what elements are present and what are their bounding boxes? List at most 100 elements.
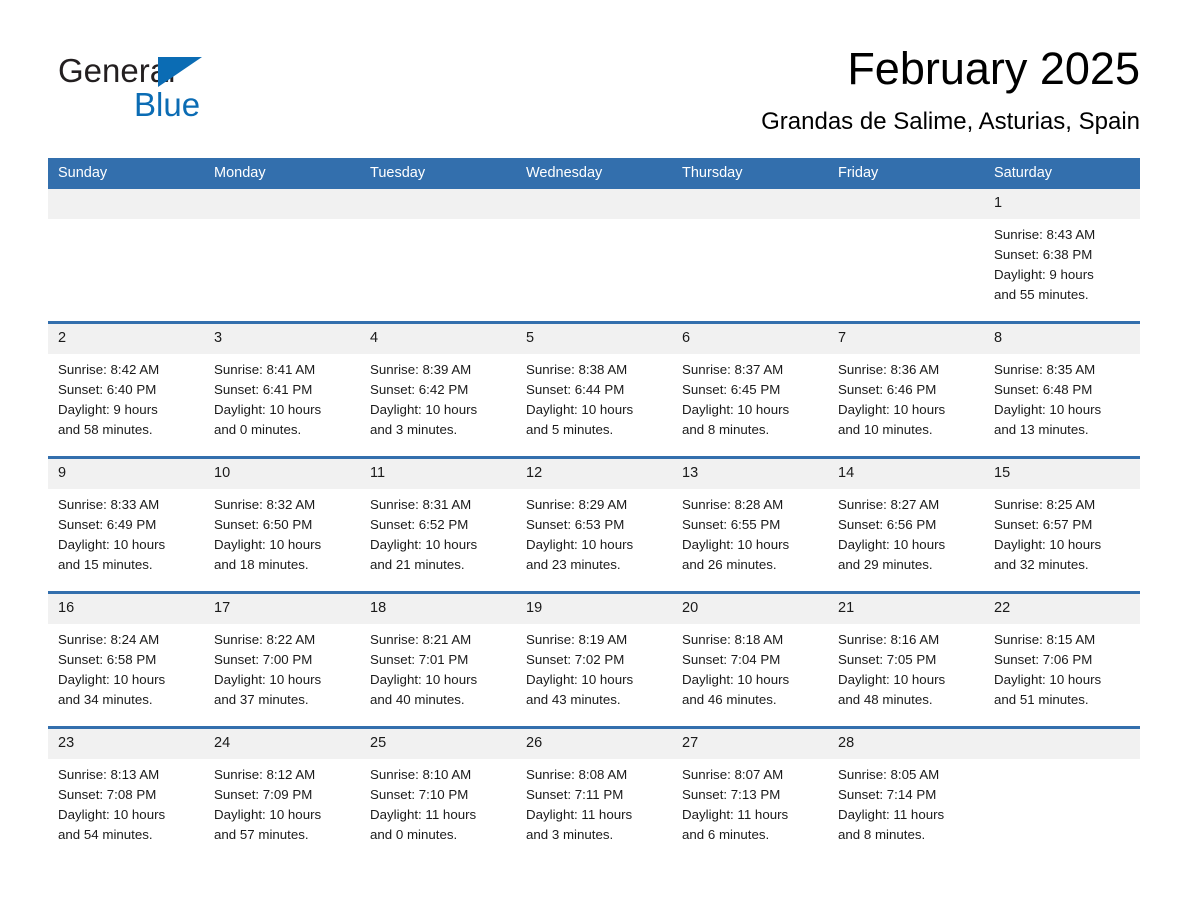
calendar-day-cell[interactable]: 28 Sunrise: 8:05 AM Sunset: 7:14 PM Dayligh… <box>828 726 984 861</box>
sunrise-text: Sunrise: 8:43 AM <box>994 227 1096 242</box>
sunset-text: Sunset: 6:44 PM <box>526 382 625 397</box>
day-number <box>48 189 204 219</box>
calendar-day-cell[interactable]: 1 Sunrise: 8:43 AM Sunset: 6:38 PM Daylight… <box>984 189 1140 323</box>
sunset-text: Sunset: 7:00 PM <box>214 652 313 667</box>
calendar-day-cell[interactable]: 23 Sunrise: 8:13 AM Sunset: 7:08 PM Dayligh… <box>48 726 204 861</box>
calendar-page: General Blue February 2025 Grandas de Sa… <box>0 0 1188 918</box>
calendar-day-cell[interactable]: 5 Sunrise: 8:38 AM Sunset: 6:44 PM Daylight… <box>516 321 672 458</box>
calendar-day-cell[interactable]: 16 Sunrise: 8:24 AM Sunset: 6:58 PM Dayligh… <box>48 591 204 728</box>
title-block: February 2025 Grandas de Salime, Asturia… <box>440 40 1140 138</box>
day-details: Sunrise: 8:38 AM Sunset: 6:44 PM Daylight:… <box>516 354 672 440</box>
calendar-day-cell[interactable]: 24 Sunrise: 8:12 AM Sunset: 7:09 PM Dayligh… <box>204 726 360 861</box>
daylight-text: and 48 minutes. <box>838 692 933 707</box>
day-number: 3 <box>204 324 360 354</box>
day-details: Sunrise: 8:24 AM Sunset: 6:58 PM Daylight:… <box>48 624 204 710</box>
sunrise-text: Sunrise: 8:28 AM <box>682 497 784 512</box>
daylight-text: Daylight: 10 hours <box>58 537 166 552</box>
calendar-week-row: 23 Sunrise: 8:13 AM Sunset: 7:08 PM Dayligh… <box>48 726 1140 861</box>
calendar-day-cell[interactable]: 10 Sunrise: 8:32 AM Sunset: 6:50 PM Dayligh… <box>204 456 360 593</box>
day-number <box>984 729 1140 759</box>
daylight-text: and 23 minutes. <box>526 557 621 572</box>
daylight-text: Daylight: 10 hours <box>682 537 790 552</box>
day-details: Sunrise: 8:07 AM Sunset: 7:13 PM Daylight:… <box>672 759 828 845</box>
calendar-day-cell[interactable]: 17 Sunrise: 8:22 AM Sunset: 7:00 PM Dayligh… <box>204 591 360 728</box>
daylight-text: and 0 minutes. <box>214 422 302 437</box>
sunrise-text: Sunrise: 8:22 AM <box>214 632 316 647</box>
day-number: 26 <box>516 729 672 759</box>
day-number: 12 <box>516 459 672 489</box>
weekday-header-tuesday: Tuesday <box>360 158 516 189</box>
calendar-day-cell[interactable]: 4 Sunrise: 8:39 AM Sunset: 6:42 PM Daylight… <box>360 321 516 458</box>
calendar-cell-empty <box>360 189 516 323</box>
general-blue-logo[interactable]: General Blue <box>58 52 318 132</box>
sunset-text: Sunset: 6:57 PM <box>994 517 1093 532</box>
calendar-day-cell[interactable]: 8 Sunrise: 8:35 AM Sunset: 6:48 PM Daylight… <box>984 321 1140 458</box>
day-number: 9 <box>48 459 204 489</box>
daylight-text: Daylight: 10 hours <box>214 537 322 552</box>
calendar-day-cell[interactable]: 11 Sunrise: 8:31 AM Sunset: 6:52 PM Dayligh… <box>360 456 516 593</box>
sunrise-text: Sunrise: 8:37 AM <box>682 362 784 377</box>
day-details: Sunrise: 8:33 AM Sunset: 6:49 PM Daylight:… <box>48 489 204 575</box>
sunrise-text: Sunrise: 8:05 AM <box>838 767 940 782</box>
calendar-day-cell[interactable]: 14 Sunrise: 8:27 AM Sunset: 6:56 PM Dayligh… <box>828 456 984 593</box>
calendar-day-cell[interactable]: 22 Sunrise: 8:15 AM Sunset: 7:06 PM Dayligh… <box>984 591 1140 728</box>
calendar-day-cell[interactable]: 15 Sunrise: 8:25 AM Sunset: 6:57 PM Dayligh… <box>984 456 1140 593</box>
daylight-text: and 3 minutes. <box>526 827 614 842</box>
daylight-text: Daylight: 10 hours <box>994 537 1102 552</box>
day-details: Sunrise: 8:22 AM Sunset: 7:00 PM Daylight:… <box>204 624 360 710</box>
sunrise-text: Sunrise: 8:08 AM <box>526 767 628 782</box>
calendar-day-cell[interactable]: 2 Sunrise: 8:42 AM Sunset: 6:40 PM Daylight… <box>48 321 204 458</box>
logo-text-blue: Blue <box>134 86 201 123</box>
daylight-text: and 6 minutes. <box>682 827 770 842</box>
sunrise-text: Sunrise: 8:31 AM <box>370 497 472 512</box>
calendar-day-cell[interactable]: 27 Sunrise: 8:07 AM Sunset: 7:13 PM Dayligh… <box>672 726 828 861</box>
day-details: Sunrise: 8:27 AM Sunset: 6:56 PM Daylight:… <box>828 489 984 575</box>
page-subtitle-location: Grandas de Salime, Asturias, Spain <box>761 108 1140 135</box>
calendar-day-cell[interactable]: 26 Sunrise: 8:08 AM Sunset: 7:11 PM Dayligh… <box>516 726 672 861</box>
daylight-text: and 40 minutes. <box>370 692 465 707</box>
day-number: 5 <box>516 324 672 354</box>
daylight-text: Daylight: 10 hours <box>838 672 946 687</box>
sunrise-text: Sunrise: 8:42 AM <box>58 362 160 377</box>
day-details: Sunrise: 8:28 AM Sunset: 6:55 PM Daylight:… <box>672 489 828 575</box>
day-number: 1 <box>984 189 1140 219</box>
calendar-day-cell[interactable]: 19 Sunrise: 8:19 AM Sunset: 7:02 PM Dayligh… <box>516 591 672 728</box>
calendar-cell-empty <box>672 189 828 323</box>
calendar-header-row: Sunday Monday Tuesday Wednesday Thursday… <box>48 158 1140 189</box>
calendar-day-cell[interactable]: 7 Sunrise: 8:36 AM Sunset: 6:46 PM Daylight… <box>828 321 984 458</box>
day-number: 15 <box>984 459 1140 489</box>
calendar-day-cell[interactable]: 25 Sunrise: 8:10 AM Sunset: 7:10 PM Dayligh… <box>360 726 516 861</box>
daylight-text: and 55 minutes. <box>994 287 1089 302</box>
day-number: 18 <box>360 594 516 624</box>
daylight-text: and 37 minutes. <box>214 692 309 707</box>
calendar-day-cell[interactable]: 13 Sunrise: 8:28 AM Sunset: 6:55 PM Dayligh… <box>672 456 828 593</box>
calendar-day-cell[interactable]: 18 Sunrise: 8:21 AM Sunset: 7:01 PM Dayligh… <box>360 591 516 728</box>
sunrise-text: Sunrise: 8:13 AM <box>58 767 160 782</box>
calendar-day-cell[interactable]: 3 Sunrise: 8:41 AM Sunset: 6:41 PM Daylight… <box>204 321 360 458</box>
calendar-day-cell[interactable]: 20 Sunrise: 8:18 AM Sunset: 7:04 PM Dayligh… <box>672 591 828 728</box>
calendar-day-cell[interactable]: 6 Sunrise: 8:37 AM Sunset: 6:45 PM Daylight… <box>672 321 828 458</box>
calendar-day-cell[interactable]: 21 Sunrise: 8:16 AM Sunset: 7:05 PM Dayligh… <box>828 591 984 728</box>
daylight-text: and 58 minutes. <box>58 422 153 437</box>
sunrise-text: Sunrise: 8:32 AM <box>214 497 316 512</box>
day-number <box>516 189 672 219</box>
day-number <box>672 189 828 219</box>
sunrise-text: Sunrise: 8:24 AM <box>58 632 160 647</box>
calendar-day-cell[interactable]: 9 Sunrise: 8:33 AM Sunset: 6:49 PM Daylight… <box>48 456 204 593</box>
calendar-cell-empty <box>204 189 360 323</box>
sunset-text: Sunset: 7:06 PM <box>994 652 1093 667</box>
day-number <box>204 189 360 219</box>
calendar-cell-empty <box>984 726 1140 861</box>
sunset-text: Sunset: 6:38 PM <box>994 247 1093 262</box>
weekday-header-wednesday: Wednesday <box>516 158 672 189</box>
calendar-day-cell[interactable]: 12 Sunrise: 8:29 AM Sunset: 6:53 PM Dayligh… <box>516 456 672 593</box>
sunrise-text: Sunrise: 8:16 AM <box>838 632 940 647</box>
sunset-text: Sunset: 7:08 PM <box>58 787 157 802</box>
day-details: Sunrise: 8:13 AM Sunset: 7:08 PM Daylight:… <box>48 759 204 845</box>
sunset-text: Sunset: 7:02 PM <box>526 652 625 667</box>
day-details: Sunrise: 8:32 AM Sunset: 6:50 PM Daylight:… <box>204 489 360 575</box>
day-number: 14 <box>828 459 984 489</box>
daylight-text: Daylight: 11 hours <box>682 807 789 822</box>
daylight-text: and 13 minutes. <box>994 422 1089 437</box>
daylight-text: and 32 minutes. <box>994 557 1089 572</box>
